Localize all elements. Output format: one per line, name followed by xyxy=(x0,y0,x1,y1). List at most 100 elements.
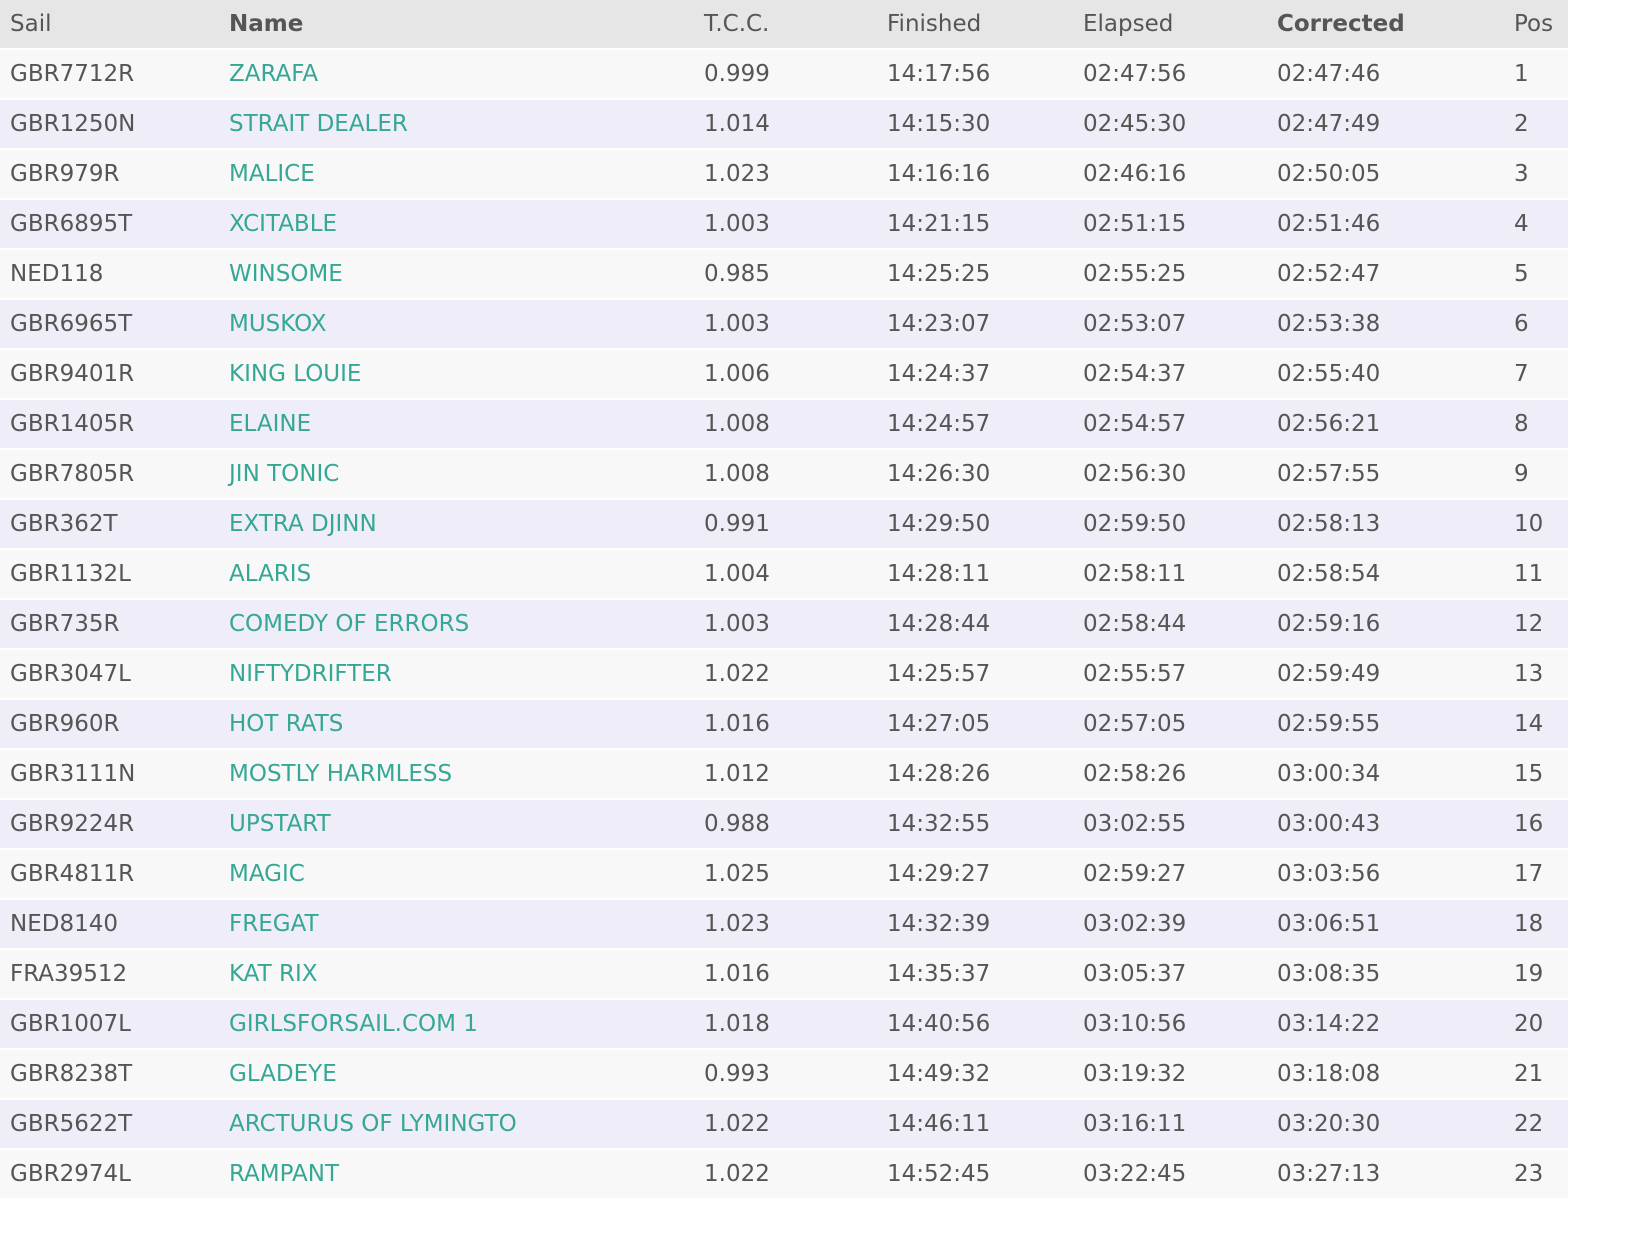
boat-name-link[interactable]: JIN TONIC xyxy=(219,448,694,499)
tcc-cell: 1.022 xyxy=(694,648,877,699)
table-row: GBR960R HOT RATS 1.016 14:27:05 02:57:05 02:5… xyxy=(0,698,1568,749)
tcc-column-header[interactable]: T.C.C. xyxy=(694,0,877,49)
table-row: GBR9224R UPSTART 0.988 14:32:55 03:02:55 03:0… xyxy=(0,798,1568,849)
boat-name-link[interactable]: KAT RIX xyxy=(219,948,694,999)
corrected-time-cell: 02:47:46 xyxy=(1267,48,1504,99)
position-cell: 13 xyxy=(1504,648,1568,699)
boat-name-link[interactable]: ALARIS xyxy=(219,548,694,599)
boat-name-link[interactable]: RAMPANT xyxy=(219,1148,694,1198)
table-row: GBR3047L NIFTYDRIFTER 1.022 14:25:57 02:55:5… xyxy=(0,648,1568,699)
boat-name-link[interactable]: ZARAFA xyxy=(219,48,694,99)
finished-time-cell: 14:27:05 xyxy=(877,698,1073,749)
results-table: Sail Name T.C.C. Finished Elapsed Correc… xyxy=(0,0,1568,1198)
table-body: GBR7712R ZARAFA 0.999 14:17:56 02:47:56 02:47… xyxy=(0,48,1568,1198)
tcc-cell: 1.016 xyxy=(694,698,877,749)
tcc-cell: 0.999 xyxy=(694,48,877,99)
position-cell: 16 xyxy=(1504,798,1568,849)
corrected-time-cell: 02:59:55 xyxy=(1267,698,1504,749)
boat-name-link[interactable]: GLADEYE xyxy=(219,1048,694,1099)
boat-name-link[interactable]: ARCTURUS OF LYMINGTO xyxy=(219,1098,694,1149)
elapsed-time-cell: 02:57:05 xyxy=(1073,698,1267,749)
sail-column-header[interactable]: Sail xyxy=(0,0,219,49)
sail-number-cell: NED118 xyxy=(0,248,219,299)
tcc-cell: 1.018 xyxy=(694,998,877,1049)
sail-number-cell: GBR7712R xyxy=(0,48,219,99)
boat-name-link[interactable]: UPSTART xyxy=(219,798,694,849)
finished-time-cell: 14:23:07 xyxy=(877,298,1073,349)
table-row: GBR1132L ALARIS 1.004 14:28:11 02:58:11 02:58… xyxy=(0,548,1568,599)
table-row: GBR9401R KING LOUIE 1.006 14:24:37 02:54:37 0… xyxy=(0,348,1568,399)
corrected-time-cell: 03:14:22 xyxy=(1267,998,1504,1049)
finished-time-cell: 14:17:56 xyxy=(877,48,1073,99)
boat-name-link[interactable]: STRAIT DEALER xyxy=(219,98,694,149)
tcc-cell: 1.003 xyxy=(694,198,877,249)
elapsed-time-cell: 03:10:56 xyxy=(1073,998,1267,1049)
boat-name-link[interactable]: MALICE xyxy=(219,148,694,199)
boat-name-link[interactable]: HOT RATS xyxy=(219,698,694,749)
position-cell: 23 xyxy=(1504,1148,1568,1198)
boat-name-link[interactable]: EXTRA DJINN xyxy=(219,498,694,549)
tcc-cell: 1.003 xyxy=(694,598,877,649)
finished-time-cell: 14:28:44 xyxy=(877,598,1073,649)
elapsed-column-header[interactable]: Elapsed xyxy=(1073,0,1267,49)
name-column-header[interactable]: Name xyxy=(219,0,694,49)
corrected-time-cell: 03:00:34 xyxy=(1267,748,1504,799)
finished-time-cell: 14:24:37 xyxy=(877,348,1073,399)
boat-name-link[interactable]: NIFTYDRIFTER xyxy=(219,648,694,699)
corrected-time-cell: 03:20:30 xyxy=(1267,1098,1504,1149)
position-cell: 12 xyxy=(1504,598,1568,649)
finished-time-cell: 14:25:25 xyxy=(877,248,1073,299)
table-row: GBR1250N STRAIT DEALER 1.014 14:15:30 02:45:… xyxy=(0,98,1568,149)
boat-name-link[interactable]: MAGIC xyxy=(219,848,694,899)
boat-name-link[interactable]: MOSTLY HARMLESS xyxy=(219,748,694,799)
boat-name-link[interactable]: WINSOME xyxy=(219,248,694,299)
tcc-cell: 1.012 xyxy=(694,748,877,799)
header-row: Sail Name T.C.C. Finished Elapsed Correc… xyxy=(0,0,1568,49)
position-cell: 9 xyxy=(1504,448,1568,499)
position-cell: 21 xyxy=(1504,1048,1568,1099)
position-cell: 8 xyxy=(1504,398,1568,449)
sail-number-cell: FRA39512 xyxy=(0,948,219,999)
position-cell: 2 xyxy=(1504,98,1568,149)
position-cell: 15 xyxy=(1504,748,1568,799)
corrected-time-cell: 02:58:13 xyxy=(1267,498,1504,549)
elapsed-time-cell: 03:22:45 xyxy=(1073,1148,1267,1198)
corrected-column-header[interactable]: Corrected xyxy=(1267,0,1504,49)
table-row: GBR7805R JIN TONIC 1.008 14:26:30 02:56:30 02… xyxy=(0,448,1568,499)
boat-name-link[interactable]: XCITABLE xyxy=(219,198,694,249)
finished-time-cell: 14:35:37 xyxy=(877,948,1073,999)
table-row: GBR2974L RAMPANT 1.022 14:52:45 03:22:45 03:2… xyxy=(0,1148,1568,1198)
position-cell: 18 xyxy=(1504,898,1568,949)
elapsed-time-cell: 02:58:26 xyxy=(1073,748,1267,799)
boat-name-link[interactable]: FREGAT xyxy=(219,898,694,949)
corrected-time-cell: 03:06:51 xyxy=(1267,898,1504,949)
position-cell: 10 xyxy=(1504,498,1568,549)
boat-name-link[interactable]: COMEDY OF ERRORS xyxy=(219,598,694,649)
sail-number-cell: GBR1405R xyxy=(0,398,219,449)
boat-name-link[interactable]: MUSKOX xyxy=(219,298,694,349)
boat-name-link[interactable]: GIRLSFORSAIL.COM 1 xyxy=(219,998,694,1049)
table-row: GBR6965T MUSKOX 1.003 14:23:07 02:53:07 02:53… xyxy=(0,298,1568,349)
sail-number-cell: GBR1132L xyxy=(0,548,219,599)
finished-column-header[interactable]: Finished xyxy=(877,0,1073,49)
finished-time-cell: 14:21:15 xyxy=(877,198,1073,249)
finished-time-cell: 14:52:45 xyxy=(877,1148,1073,1198)
boat-name-link[interactable]: KING LOUIE xyxy=(219,348,694,399)
finished-time-cell: 14:29:27 xyxy=(877,848,1073,899)
sail-number-cell: GBR979R xyxy=(0,148,219,199)
sail-number-cell: GBR1007L xyxy=(0,998,219,1049)
corrected-time-cell: 02:51:46 xyxy=(1267,198,1504,249)
elapsed-time-cell: 02:53:07 xyxy=(1073,298,1267,349)
position-cell: 4 xyxy=(1504,198,1568,249)
pos-column-header[interactable]: Pos xyxy=(1504,0,1568,49)
elapsed-time-cell: 02:54:57 xyxy=(1073,398,1267,449)
table-row: GBR8238T GLADEYE 0.993 14:49:32 03:19:32 03:1… xyxy=(0,1048,1568,1099)
boat-name-link[interactable]: ELAINE xyxy=(219,398,694,449)
finished-time-cell: 14:40:56 xyxy=(877,998,1073,1049)
elapsed-time-cell: 03:19:32 xyxy=(1073,1048,1267,1099)
elapsed-time-cell: 02:51:15 xyxy=(1073,198,1267,249)
sail-number-cell: GBR3047L xyxy=(0,648,219,699)
sail-number-cell: GBR6965T xyxy=(0,298,219,349)
corrected-time-cell: 03:08:35 xyxy=(1267,948,1504,999)
elapsed-time-cell: 02:46:16 xyxy=(1073,148,1267,199)
